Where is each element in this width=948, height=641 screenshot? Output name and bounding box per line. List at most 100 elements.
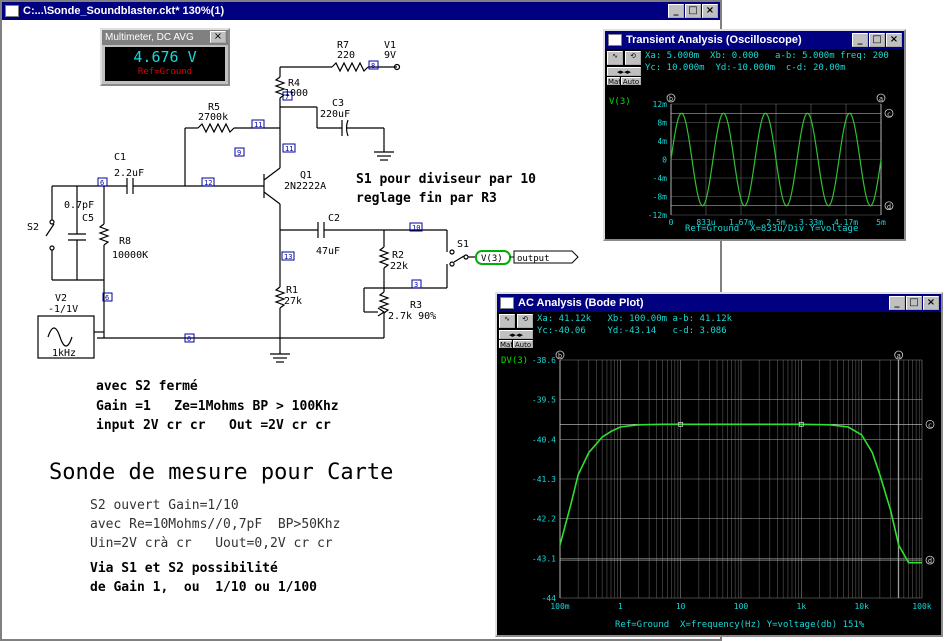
y-tick-label: 8m (657, 119, 667, 128)
document-icon (500, 297, 514, 309)
cursor-marker-label: d (928, 557, 932, 565)
y-tick-label: 0 (662, 156, 667, 165)
r1-name: R1 (286, 285, 299, 296)
ac-footer: Ref=Ground X=frequency(Hz) Y=voltage(db)… (615, 620, 865, 630)
transient-titlebar[interactable]: Transient Analysis (Oscilloscope) _ □ × (605, 31, 904, 49)
note-s1-line1: S1 pour diviseur par 10 (356, 172, 537, 187)
v1-value: 9V (384, 50, 397, 61)
q1-value: 2N2222A (284, 181, 327, 192)
note-s2-open-3: Uin=2V crà cr Uout=0,2V cr cr (90, 536, 333, 551)
maximize-button[interactable]: □ (869, 33, 885, 47)
minimize-button[interactable]: _ (852, 33, 868, 47)
probe-label: V(3) (481, 254, 503, 264)
r8-value: 10000K (112, 250, 149, 261)
c3-value: 220uF (320, 109, 351, 120)
v2-name: V2 (55, 293, 68, 304)
node-label: 8 (371, 62, 375, 70)
close-button[interactable]: × (923, 296, 939, 310)
document-icon (608, 34, 622, 46)
x-tick-label: 100 (734, 602, 749, 611)
meter-value: 4.676 V (133, 48, 197, 66)
r5-value: 2700k (198, 112, 229, 123)
r8-name: R8 (119, 236, 132, 247)
minimize-button[interactable]: _ (668, 4, 684, 18)
x-tick-label: 5m (876, 218, 886, 227)
y-tick-label: -4m (653, 174, 668, 183)
node-label: 10 (412, 224, 420, 232)
x-tick-label: 1 (618, 602, 623, 611)
schematic-titlebar[interactable]: C:...\Sonde_Soundblaster.ckt* 130%(1) _ … (2, 2, 720, 20)
cursor-marker-label: d (887, 203, 891, 211)
transient-display[interactable]: ∿ ⟲ ◂▸◂▸ Mat Auto Xa: 5.000m Xb: 0.000 a… (605, 49, 904, 239)
node-label: 0 (187, 335, 191, 343)
r3-value: 2.7k 90% (388, 311, 437, 322)
schematic-title: C:...\Sonde_Soundblaster.ckt* 130%(1) (23, 5, 225, 17)
note-via-2: de Gain 1, ou 1/10 ou 1/100 (90, 580, 317, 595)
y-tick-label: -8m (653, 193, 668, 202)
transient-footer: Ref=Ground X=833u/Div Y=voltage (685, 224, 859, 234)
node-label: 11 (254, 121, 262, 129)
r7-value: 220 (337, 50, 356, 61)
y-tick-label: -38.6 (532, 356, 556, 365)
ac-title: AC Analysis (Bode Plot) (518, 297, 644, 309)
meter-reference: Ref=Ground (137, 67, 193, 77)
node-label: 9 (237, 149, 241, 157)
note-s2-closed-3: input 2V cr cr Out =2V cr cr (96, 418, 331, 433)
cursor-marker-label: a (897, 352, 901, 360)
transient-title: Transient Analysis (Oscilloscope) (626, 34, 802, 46)
y-tick-label: -42.2 (532, 515, 556, 524)
y-tick-label: -43.1 (532, 554, 556, 563)
node-label: 3 (414, 281, 418, 289)
node-label: 12 (204, 179, 212, 187)
ac-titlebar[interactable]: AC Analysis (Bode Plot) _ □ × (497, 294, 941, 312)
c3-name: C3 (332, 98, 345, 109)
r3-name: R3 (410, 300, 423, 311)
x-tick-label: 0 (669, 218, 674, 227)
close-button[interactable]: × (886, 33, 902, 47)
multimeter-title: Multimeter, DC AVG (105, 32, 194, 43)
cursor-marker-label: c (887, 110, 891, 118)
page-title: Sonde de mesure pour Carte (49, 460, 394, 485)
multimeter-close-button[interactable]: × (210, 31, 226, 43)
q1-name: Q1 (300, 170, 313, 181)
multimeter-titlebar[interactable]: Multimeter, DC AVG × (102, 30, 228, 45)
r2-name: R2 (392, 250, 405, 261)
meter-display: 4.676 V Ref=Ground (105, 47, 225, 81)
y-tick-label: -39.5 (532, 396, 556, 405)
note-s2-closed-2: Gain =1 Ze=1Mohms BP > 100Khz (96, 399, 339, 414)
ac-plot: 100m 1 10 100 1k 10k 100k -38.6 -39.5 -40.4 -41.3 -… (532, 350, 935, 611)
y-tick-label: 12m (653, 100, 668, 109)
note-via-1: Via S1 et S2 possibilité (90, 561, 278, 576)
v2-frequency: 1kHz (52, 348, 77, 359)
node-label: 13 (284, 253, 292, 261)
note-s2-closed-1: avec S2 fermé (96, 379, 198, 394)
x-tick-label: 1k (797, 602, 807, 611)
transient-plot: 0 833u 1.67m 2.5m 3.33m 4.17m 5m12m8m4m0-4m-8m… (648, 93, 894, 227)
y-tick-label: -44 (542, 594, 557, 603)
s2-name: S2 (27, 222, 40, 233)
note-s2-open-1: S2 ouvert Gain=1/10 (90, 498, 239, 513)
output-label: output (517, 254, 550, 264)
maximize-button[interactable]: □ (906, 296, 922, 310)
cursor-marker-label: b (558, 352, 562, 360)
x-tick-label: 10 (676, 602, 686, 611)
c1-name: C1 (114, 152, 127, 163)
y-tick-label: 4m (657, 137, 667, 146)
minimize-button[interactable]: _ (889, 296, 905, 310)
c1-value: 2.2uF (114, 168, 145, 179)
note-s1-line2: reglage fin par R3 (356, 191, 497, 206)
y-tick-label: -40.4 (532, 435, 556, 444)
cursor-marker-label: a (879, 95, 883, 103)
y-tick-label: -41.3 (532, 475, 556, 484)
x-tick-label: 100k (912, 602, 931, 611)
ac-display[interactable]: ∿ ⟲ ◂▸◂▸ Mat Auto Xa: 41.12k Xb: 100.00m… (497, 312, 941, 635)
close-button[interactable]: × (702, 4, 718, 18)
cursor-marker-label: b (669, 95, 673, 103)
x-tick-label: 100m (550, 602, 569, 611)
c5-value: 0.7pF (64, 200, 95, 211)
note-s2-open-2: avec Re=10Mohms//0,7pF BP>50Khz (90, 517, 341, 532)
maximize-button[interactable]: □ (685, 4, 701, 18)
r4-value: 1000 (284, 88, 309, 99)
document-icon (5, 5, 19, 17)
v2-value: -1/1V (48, 304, 79, 315)
